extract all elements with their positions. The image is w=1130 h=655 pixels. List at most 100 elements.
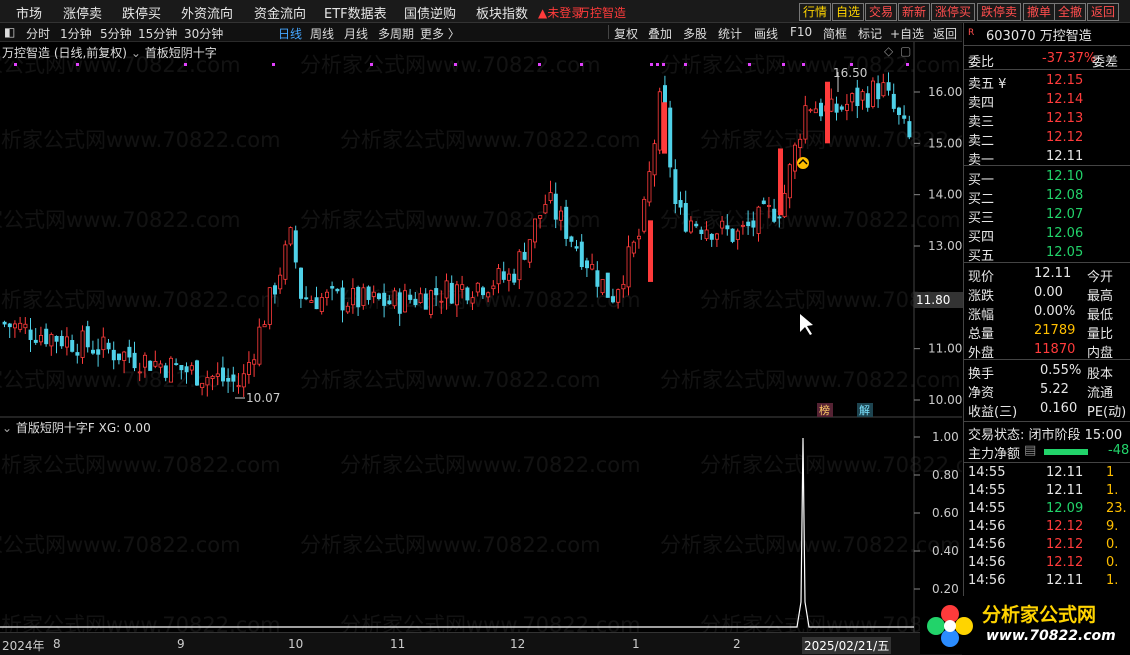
divider — [964, 45, 1130, 46]
tick-volume: 23. — [1106, 501, 1127, 516]
menu-sector-index[interactable]: 板块指数 — [476, 3, 528, 22]
sell-label: 卖二 — [968, 134, 995, 149]
stat-row-2: 收益(三) 0.160 PE(动) — [964, 401, 1130, 420]
candle-body — [168, 357, 173, 383]
menu-reverse-repo[interactable]: 国债逆购 — [404, 3, 456, 22]
toolbar-divider — [608, 25, 609, 39]
btn-quote[interactable]: 行情 — [799, 3, 832, 21]
candle-body — [428, 290, 433, 315]
period-monthly[interactable]: 月线 — [344, 25, 368, 42]
badge-bang[interactable]: 榜 — [819, 403, 830, 417]
signal-dot — [684, 63, 687, 66]
big-candle-body — [825, 81, 830, 144]
candle-body — [262, 324, 267, 328]
divider — [964, 165, 1130, 166]
watermark-text: 分析家公式网www.70822.com — [340, 613, 641, 632]
candle-body — [397, 292, 402, 314]
menu-limit-down-buy[interactable]: 跌停买 — [122, 3, 161, 22]
stock-header: R 603070 万控智造 — [964, 25, 1130, 44]
btn-back-top[interactable]: 返回 — [1087, 3, 1120, 21]
candle-body — [605, 272, 610, 298]
period-weekly[interactable]: 周线 — [310, 25, 334, 42]
candle-body — [683, 203, 688, 232]
candle-body — [117, 353, 122, 361]
period-tick[interactable]: 分时 — [26, 25, 50, 42]
period-1min[interactable]: 1分钟 — [60, 25, 92, 42]
candle-body — [345, 305, 350, 313]
period-5min[interactable]: 5分钟 — [100, 25, 132, 42]
tick-row: 14:55 12.11 1. — [964, 483, 1130, 501]
candle-body — [642, 198, 647, 232]
main-net-menu-icon[interactable]: ▤ — [1024, 443, 1036, 458]
stat-label: 总量 — [968, 327, 995, 342]
btn-cancel[interactable]: 撤单 — [1023, 3, 1056, 21]
candle-body — [444, 280, 449, 299]
menu-market[interactable]: 市场 — [16, 3, 42, 22]
stat-label-2: 最高 — [1087, 289, 1114, 304]
tool-mark[interactable]: 标记 — [858, 25, 882, 42]
candle-body — [361, 287, 366, 306]
diamond-icon[interactable]: ◇ — [884, 44, 893, 58]
indicator-dropdown-icon[interactable]: ⌄ — [131, 46, 141, 60]
badge-jie[interactable]: 解 — [859, 403, 870, 417]
candle-body — [231, 374, 236, 382]
period-more[interactable]: 更多 〉 — [420, 25, 460, 42]
tool-f10[interactable]: F10 — [790, 25, 812, 39]
candle-body — [590, 264, 595, 270]
candle-body — [158, 363, 163, 368]
period-daily[interactable]: 日线 — [278, 25, 302, 42]
period-multi[interactable]: 多周期 — [378, 25, 414, 42]
candle-body — [538, 215, 543, 219]
candle-body — [376, 293, 381, 300]
btn-limit-down-sell[interactable]: 跌停卖 — [977, 3, 1022, 21]
main-net-label: 主力净额 — [968, 447, 1021, 462]
candle-body — [127, 346, 132, 358]
tool-simple[interactable]: 简框 — [823, 25, 847, 42]
btn-watchlist[interactable]: 自选 — [832, 3, 865, 21]
candle-body — [402, 290, 407, 313]
candle-body — [527, 239, 532, 263]
tool-draw[interactable]: 画线 — [754, 25, 778, 42]
candle-body — [673, 169, 678, 205]
btn-new[interactable]: 新新 — [898, 3, 931, 21]
kline-chart[interactable]: 分析家公式网www.70822.com 分析家公式网www.70822.com 分析… — [0, 42, 962, 632]
buy-price: 12.08 — [1046, 188, 1084, 203]
tool-overlay[interactable]: 叠加 — [648, 25, 672, 42]
candle-body — [205, 377, 210, 386]
period-15min[interactable]: 15分钟 — [138, 25, 177, 42]
btn-trade[interactable]: 交易 — [865, 3, 898, 21]
tool-add-watch[interactable]: +自选 — [890, 25, 924, 42]
sub-indicator-dropdown-icon[interactable]: ⌄ — [2, 421, 12, 435]
tool-stats[interactable]: 统计 — [718, 25, 742, 42]
menu-foreign-flow[interactable]: 外资流向 — [181, 3, 233, 22]
toggle-panel-icon[interactable]: ◧ — [4, 25, 15, 39]
btn-limit-up-buy[interactable]: 涨停买 — [931, 3, 976, 21]
candle-body — [439, 300, 444, 303]
sub-indicator-name[interactable]: 首版短阴十字F XG: 0.00 — [16, 421, 151, 435]
cursor-date: 2025/02/21/五 — [802, 637, 892, 654]
divider — [964, 262, 1130, 263]
candle-body — [454, 284, 459, 306]
signal-dot — [370, 63, 373, 66]
sub-tick-label: 0.60 — [932, 506, 959, 520]
watermark-text: 分析家公式网www.70822.com — [660, 533, 961, 557]
stat-row-2: 换手 0.55% 股本 — [964, 363, 1130, 382]
signal-marker-icon[interactable] — [797, 157, 809, 169]
candle-body — [631, 241, 636, 254]
candle-body — [803, 105, 808, 140]
menu-capital-flow[interactable]: 资金流向 — [254, 3, 306, 22]
maximize-icon[interactable]: ▢ — [900, 44, 911, 58]
menu-etf-table[interactable]: ETF数据表 — [324, 3, 387, 22]
menu-limit-up-sell[interactable]: 涨停卖 — [63, 3, 102, 22]
btn-cancel-all[interactable]: 全撤 — [1054, 3, 1087, 21]
candle-body — [574, 246, 579, 249]
period-30min[interactable]: 30分钟 — [184, 25, 223, 42]
tool-multi-stock[interactable]: 多股 — [683, 25, 707, 42]
signal-dot — [538, 63, 541, 66]
stat-value: 21789 — [1034, 323, 1076, 338]
login-warning[interactable]: ▲未登录 — [538, 4, 583, 21]
tool-adjust[interactable]: 复权 — [614, 25, 638, 42]
main-indicator-name[interactable]: 首板短阴十字 — [145, 46, 217, 60]
stock-warning: 万控智造 — [578, 6, 627, 20]
tool-back[interactable]: 返回 — [933, 25, 957, 42]
